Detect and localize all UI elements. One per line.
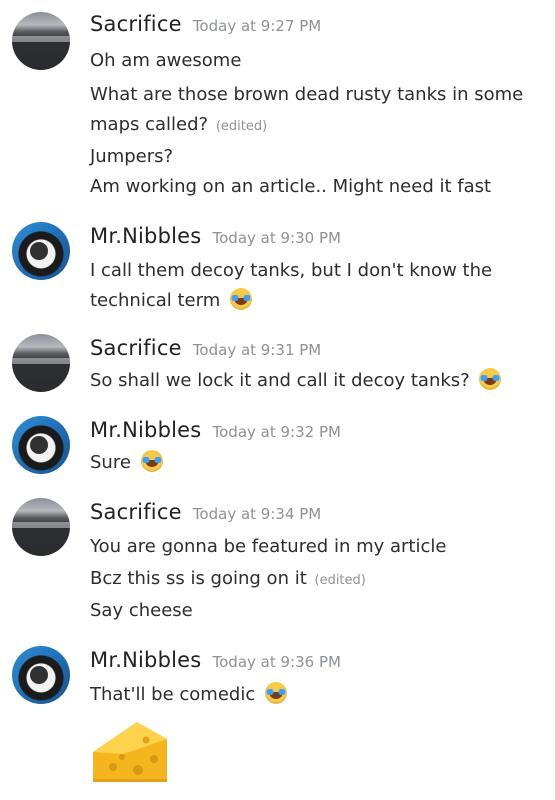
joy-emoji-icon xyxy=(229,288,252,310)
cheese-emoji-icon[interactable] xyxy=(90,716,170,786)
timestamp: Today at 9:27 PM xyxy=(192,17,322,35)
message-text: Oh am awesome xyxy=(90,50,242,71)
username[interactable]: Sacrifice xyxy=(90,336,182,360)
edited-label: (edited) xyxy=(215,119,268,134)
message-text: That'll be comedic xyxy=(90,680,287,710)
username[interactable]: Mr.Nibbles xyxy=(90,648,201,672)
username[interactable]: Sacrifice xyxy=(90,12,182,36)
message-text: What are those brown dead rusty tanks in… xyxy=(90,84,524,105)
edited-label: (edited) xyxy=(314,573,366,588)
message-text: maps called? (edited) xyxy=(90,114,268,135)
message-text: Jumpers? xyxy=(90,146,174,167)
joy-emoji-icon xyxy=(140,450,163,472)
avatar[interactable] xyxy=(12,222,70,280)
username[interactable]: Mr.Nibbles xyxy=(90,418,201,442)
timestamp: Today at 9:34 PM xyxy=(192,505,322,523)
timestamp: Today at 9:32 PM xyxy=(212,423,341,441)
chat-log: Sacrifice Today at 9:27 PM Oh am awesome… xyxy=(0,0,555,800)
username[interactable]: Mr.Nibbles xyxy=(90,224,201,248)
avatar[interactable] xyxy=(12,12,70,70)
timestamp: Today at 9:30 PM xyxy=(212,229,341,247)
message-text: Bcz this ss is going on it (edited) xyxy=(90,568,366,589)
message-text: Sure xyxy=(90,448,163,478)
avatar[interactable] xyxy=(12,334,70,392)
message-text: You are gonna be featured in my article xyxy=(90,536,447,557)
username[interactable]: Sacrifice xyxy=(90,500,182,524)
timestamp: Today at 9:31 PM xyxy=(192,341,322,359)
message-text: Say cheese xyxy=(90,600,193,621)
timestamp: Today at 9:36 PM xyxy=(212,653,341,671)
joy-emoji-icon xyxy=(479,368,502,390)
message-text: So shall we lock it and call it decoy ta… xyxy=(90,366,502,396)
avatar[interactable] xyxy=(12,646,70,704)
joy-emoji-icon xyxy=(264,682,287,704)
avatar[interactable] xyxy=(12,498,70,556)
message-text: Am working on an article.. Might need it… xyxy=(90,176,492,197)
avatar[interactable] xyxy=(12,416,70,474)
message-text: I call them decoy tanks, but I don't kno… xyxy=(90,260,493,281)
message-text: technical term xyxy=(90,286,252,316)
